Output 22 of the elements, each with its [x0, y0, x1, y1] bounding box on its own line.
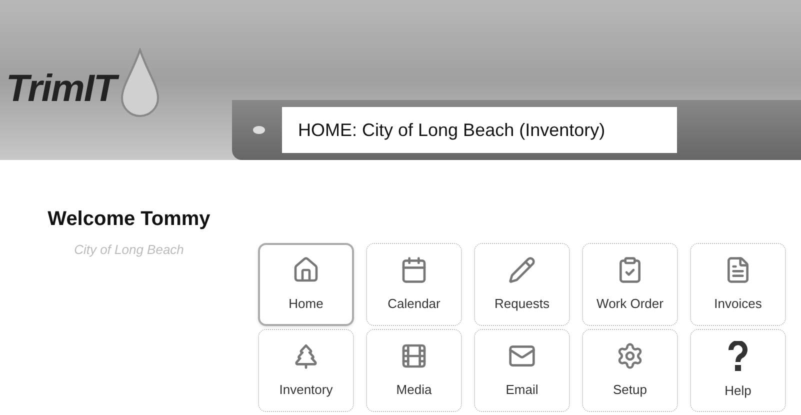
help-icon [728, 340, 748, 371]
menu-tile[interactable]: Inventory [258, 329, 354, 412]
menu-tile[interactable]: Calendar [366, 243, 462, 326]
welcome-subtitle: City of Long Beach [74, 241, 184, 259]
drop-icon [120, 48, 160, 118]
settings-icon [616, 342, 644, 370]
menu-tile[interactable]: Media [366, 329, 462, 412]
menu-tile[interactable]: Home [258, 243, 354, 326]
menu-tile[interactable]: Email [474, 329, 570, 412]
bullet-icon [252, 125, 266, 135]
menu-tile[interactable]: Setup [582, 329, 678, 412]
calendar-icon [400, 256, 428, 284]
menu-tile[interactable]: Work Order [582, 243, 678, 326]
menu-tile[interactable]: Help [690, 329, 786, 412]
film-icon [400, 342, 428, 370]
welcome-title: Welcome Tommy [48, 207, 210, 232]
tree-icon [292, 342, 320, 370]
pencil-icon [508, 256, 536, 284]
menu-tile[interactable]: Requests [474, 243, 570, 326]
menu-tile[interactable]: Invoices [690, 243, 786, 326]
breadcrumb-field[interactable]: HOME: City of Long Beach (Inventory) [282, 107, 677, 153]
house-icon [292, 256, 320, 284]
